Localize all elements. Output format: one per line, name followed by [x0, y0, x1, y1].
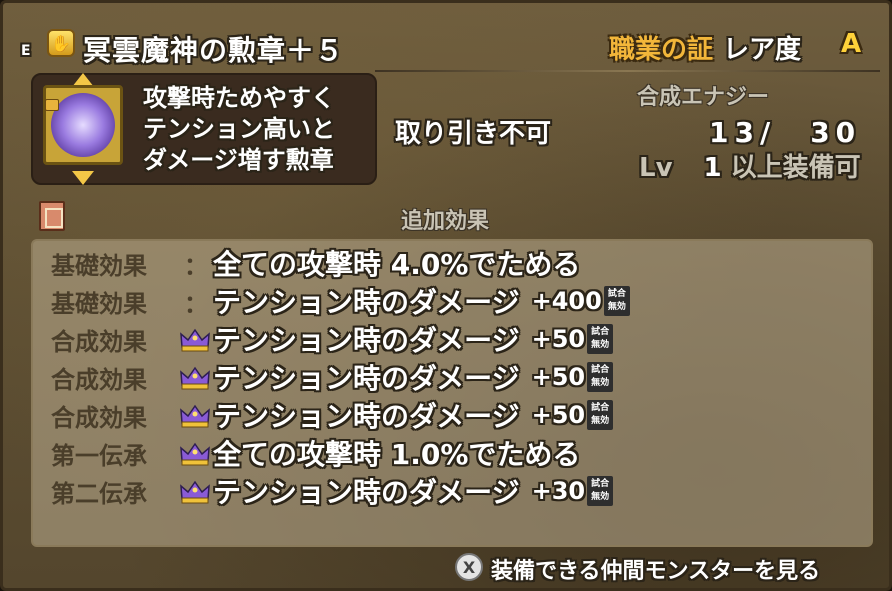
book-icon[interactable]: [39, 201, 65, 231]
effect-value: +50: [531, 325, 586, 353]
trade-status: 取り引き不可: [395, 119, 552, 149]
item-description: 攻撃時ためやすく テンション高いと ダメージ増す勲章: [143, 83, 335, 176]
effect-category: 合成効果: [51, 403, 147, 432]
effect-separator: ：: [184, 251, 208, 280]
energy-label: 合成エナジー: [637, 85, 770, 110]
effect-category: 合成効果: [51, 365, 147, 394]
effect-row: 第二伝承 テンション時のダメージ +30 試合無効: [51, 473, 614, 509]
effect-category: 第一伝承: [51, 441, 147, 470]
level-prefix: Lv: [639, 153, 673, 183]
extra-effects-title: 追加効果: [401, 209, 490, 234]
lock-icon: [45, 99, 59, 111]
effect-text: テンション時のダメージ: [213, 324, 520, 357]
medal-icon: ✋: [47, 29, 75, 57]
effect-value: +400: [531, 287, 602, 315]
item-name: 冥雲魔神の勲章＋５: [83, 34, 345, 67]
effect-category: 合成効果: [51, 327, 147, 356]
rarity-label: レア度: [723, 35, 802, 65]
effect-category: 基礎効果: [51, 251, 147, 280]
crown-icon: [179, 327, 213, 352]
crown-icon: [179, 365, 213, 390]
effect-category: 基礎効果: [51, 289, 147, 318]
effect-value: +50: [531, 363, 586, 391]
effect-text: テンション時のダメージ: [213, 286, 520, 319]
effect-row: 第一伝承 全ての攻撃時 1.0%でためる: [51, 435, 580, 471]
scroll-down-arrow-icon[interactable]: [72, 171, 94, 185]
equipped-mark: E: [21, 43, 31, 59]
effect-value: +50: [531, 401, 586, 429]
crown-icon: [179, 403, 213, 428]
effect-text: テンション時のダメージ: [213, 476, 520, 509]
item-image-frame: [43, 85, 123, 165]
description-line: ダメージ増す勲章: [143, 146, 334, 174]
description-line: 攻撃時ためやすく: [143, 84, 335, 112]
effect-category: 第二伝承: [51, 479, 147, 508]
match-invalid-badge: 試合無効: [603, 286, 630, 316]
medal-image-icon: [51, 93, 115, 157]
x-button-icon[interactable]: X: [455, 553, 483, 581]
match-invalid-badge: 試合無効: [587, 362, 614, 392]
header-divider: [375, 70, 880, 72]
item-detail-panel: E ✋ 冥雲魔神の勲章＋５ 職業の証 レア度 A 攻撃時ためやすく テンション高…: [0, 0, 892, 591]
effect-value: +30: [531, 477, 586, 505]
effect-separator: ：: [184, 289, 208, 318]
level-requirement: Lv 1 以上装備可: [639, 147, 861, 184]
effect-text: テンション時のダメージ: [213, 362, 520, 395]
match-invalid-badge: 試合無効: [587, 400, 614, 430]
description-line: テンション高いと: [143, 115, 335, 143]
match-invalid-badge: 試合無効: [587, 324, 614, 354]
effect-row: 合成効果 テンション時のダメージ +50 試合無効: [51, 359, 614, 395]
energy-value: 13/ 30: [709, 116, 862, 149]
effect-text: 全ての攻撃時 4.0%でためる: [213, 248, 581, 281]
job-tag: 職業の証: [609, 35, 714, 65]
effect-text: 全ての攻撃時 1.0%でためる: [213, 438, 581, 471]
level-value: 1: [703, 153, 722, 183]
effect-row: 合成効果 テンション時のダメージ +50 試合無効: [51, 321, 614, 357]
crown-icon: [179, 479, 213, 504]
level-suffix: 以上装備可: [730, 153, 861, 183]
effect-row: 基礎効果 ：テンション時のダメージ +400 試合無効: [51, 283, 630, 319]
effect-row: 基礎効果 ：全ての攻撃時 4.0%でためる: [51, 245, 580, 281]
effect-text: テンション時のダメージ: [213, 400, 520, 433]
effect-row: 合成効果 テンション時のダメージ +50 試合無効: [51, 397, 614, 433]
view-monsters-button[interactable]: 装備できる仲間モンスターを見る: [491, 553, 820, 585]
rarity-value: A: [841, 29, 862, 59]
match-invalid-badge: 試合無効: [587, 476, 614, 506]
crown-icon: [179, 441, 213, 466]
